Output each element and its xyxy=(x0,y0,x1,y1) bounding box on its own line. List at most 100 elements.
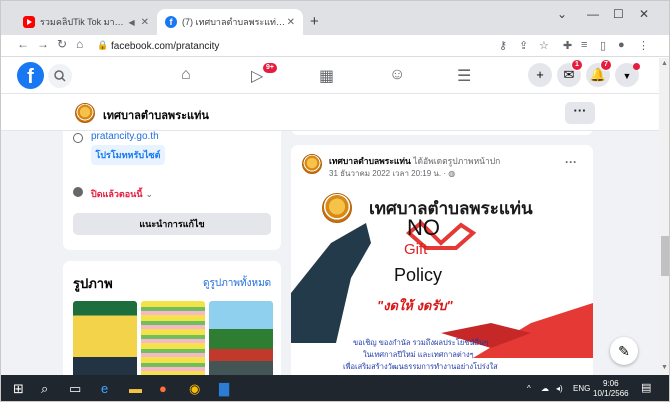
tab-facebook[interactable]: f (7) เทศบาลตำบลพระแท่น | Facebook ✕ xyxy=(157,9,303,35)
network-icon[interactable]: ☁ xyxy=(541,384,549,393)
post-date[interactable]: 31 ธันวาคม 2022 เวลา 20:19 น. · ◍ xyxy=(329,167,455,180)
cover-no: NO xyxy=(407,215,440,240)
photo-thumbnail[interactable] xyxy=(73,301,137,375)
scroll-up-icon[interactable]: ▲ xyxy=(661,60,668,67)
scrollbar-thumb[interactable] xyxy=(661,236,669,276)
page-title[interactable]: เทศบาลตำบลพระแท่น xyxy=(103,106,209,124)
hours-label: ปิดแล้วตอนนี้ xyxy=(91,189,143,199)
hours-status[interactable]: ปิดแล้วตอนนี้ ⌄ xyxy=(91,187,153,201)
share-icon[interactable]: ⇪ xyxy=(519,39,528,52)
account-dot xyxy=(633,63,640,70)
url-text: facebook.com/pratancity xyxy=(111,41,220,52)
notification-center-icon[interactable]: ▤ xyxy=(641,381,651,397)
post-options-button[interactable]: ··· xyxy=(565,155,577,169)
maximize-button[interactable]: ☐ xyxy=(613,7,624,21)
marketplace-nav-icon[interactable]: ▦ xyxy=(319,66,334,86)
firefox-icon[interactable]: ● xyxy=(159,381,167,397)
photo-thumbnail[interactable] xyxy=(209,301,273,375)
new-message-button[interactable]: ✎ xyxy=(610,337,638,365)
clock-icon xyxy=(73,187,83,197)
windows-taskbar: ⊞ ⌕ ▭ e ▬ ● ◉ ▇ ^ ☁ ◂) ENG 9:06 10/1/256… xyxy=(1,375,669,401)
extensions-icon[interactable]: ✚ xyxy=(563,39,572,52)
photo-thumbnail[interactable] xyxy=(141,301,205,375)
photos-heading: รูปภาพ xyxy=(73,276,113,291)
page-avatar[interactable] xyxy=(75,103,95,123)
cover-policy: Policy xyxy=(394,265,443,285)
youtube-icon xyxy=(23,16,35,28)
language-indicator[interactable]: ENG xyxy=(573,384,590,393)
create-button[interactable]: + xyxy=(528,63,552,87)
more-options-button[interactable]: ··· xyxy=(565,102,595,124)
lock-icon[interactable]: 🔒 xyxy=(97,40,108,51)
reading-list-icon[interactable]: ≡ xyxy=(581,39,587,51)
speaker-icon[interactable]: ◀ xyxy=(128,18,134,27)
side-panel-icon[interactable]: ▯ xyxy=(600,39,606,52)
see-all-photos-link[interactable]: ดูรูปภาพทั้งหมด xyxy=(203,276,271,291)
facebook-icon: f xyxy=(165,16,177,28)
post-header: เทศบาลตำบลพระแท่น ได้อัพเดตรูปภาพหน้าปก xyxy=(329,154,500,168)
address-bar[interactable]: 🔒 facebook.com/pratancity xyxy=(95,38,567,55)
profile-icon[interactable]: ● xyxy=(618,39,625,51)
video-badge: 9+ xyxy=(262,62,278,74)
page-name-bar: เทศบาลตำบลพระแท่น ··· xyxy=(1,94,669,131)
forward-icon[interactable]: → xyxy=(37,37,49,51)
word-icon[interactable]: ▇ xyxy=(219,381,229,397)
edge-icon[interactable]: e xyxy=(101,381,108,397)
system-clock[interactable]: 9:06 10/1/2566 xyxy=(593,379,629,399)
suggest-edit-button[interactable]: แนะนำการแก้ไข xyxy=(73,213,271,235)
volume-icon[interactable]: ◂) xyxy=(556,384,563,393)
windows-start-icon[interactable]: ⊞ xyxy=(13,381,24,397)
notifications-badge: 7 xyxy=(600,59,612,71)
search-icon[interactable]: ⌕ xyxy=(41,381,48,397)
cover-gift: Gift xyxy=(404,241,428,258)
cover-quote: "งดให้ งดรับ" xyxy=(377,298,453,313)
close-icon[interactable]: ✕ xyxy=(141,17,149,28)
photos-card: รูปภาพ ดูรูปภาพทั้งหมด xyxy=(63,261,281,375)
groups-nav-icon[interactable]: ☺ xyxy=(389,66,405,84)
tab-title: รวมคลิปTik Tok มาแรง | ฝึกใ... xyxy=(40,17,129,27)
post-author[interactable]: เทศบาลตำบลพระแท่น xyxy=(329,156,411,166)
cover-line-1: ขอเชิญ ของกำนัล รวมถึงผลประโยชน์อื่นๆ xyxy=(353,338,489,347)
reload-icon[interactable]: ↻ xyxy=(57,37,67,51)
search-button[interactable] xyxy=(48,64,72,88)
key-icon[interactable]: ⚷ xyxy=(499,39,507,52)
chrome-icon[interactable]: ◉ xyxy=(189,381,200,397)
minimize-button[interactable]: — xyxy=(587,7,599,21)
file-explorer-icon[interactable]: ▬ xyxy=(129,381,142,397)
cover-line-3: เพื่อเสริมสร้างวัฒนธรรมการทำงานอย่างโปร่… xyxy=(343,362,498,371)
back-icon[interactable]: ← xyxy=(17,37,29,51)
municipal-seal xyxy=(322,193,352,223)
post-avatar[interactable] xyxy=(302,154,322,174)
globe-icon: ◍ xyxy=(448,169,456,178)
cover-photo[interactable]: เทศบาลตำบลพระแท่น NO Gift Policy "งดให้ … xyxy=(291,183,593,375)
home-icon[interactable]: ⌂ xyxy=(76,37,83,51)
close-window-button[interactable]: ✕ xyxy=(639,7,649,21)
previous-post-stub xyxy=(291,131,593,135)
new-tab-button[interactable]: + xyxy=(310,13,319,30)
task-view-icon[interactable]: ▭ xyxy=(69,381,81,397)
home-nav-icon[interactable]: ⌂ xyxy=(181,66,191,84)
close-icon[interactable]: ✕ xyxy=(287,17,295,28)
browser-window: รวมคลิปTik Tok มาแรง | ฝึกใ... ◀ ✕ f (7)… xyxy=(0,0,670,402)
facebook-logo[interactable]: f xyxy=(17,62,44,89)
promote-website-button[interactable]: โปรโมทหรับไซต์ xyxy=(91,145,165,165)
tab-tiktok[interactable]: รวมคลิปTik Tok มาแรง | ฝึกใ... ◀ ✕ xyxy=(15,9,157,35)
chevron-down-icon: ▼ xyxy=(622,71,632,81)
scrollbar[interactable]: ▲ ▼ xyxy=(659,58,669,375)
chevron-up-icon[interactable]: ^ xyxy=(527,384,531,393)
star-icon[interactable]: ☆ xyxy=(539,39,549,52)
scroll-down-icon[interactable]: ▼ xyxy=(661,364,668,371)
website-link[interactable]: pratancity.go.th xyxy=(91,131,159,142)
intro-card: pratancity.go.th โปรโมทหรับไซต์ ปิดแล้วต… xyxy=(63,131,281,250)
menu-icon[interactable]: ⋮ xyxy=(638,39,649,52)
facebook-header: f ⌂ ▷ 9+ ▦ ☺ ☰ + ✉ 1 🔔 7 ▼ xyxy=(1,58,669,94)
post-action: ได้อัพเดตรูปภาพหน้าปก xyxy=(413,156,501,166)
tab-search-icon[interactable]: ⌄ xyxy=(557,7,567,21)
menu-nav-icon[interactable]: ☰ xyxy=(457,66,471,86)
search-icon xyxy=(54,70,66,82)
tab-strip: รวมคลิปTik Tok มาแรง | ฝึกใ... ◀ ✕ f (7)… xyxy=(1,1,669,35)
tab-title: (7) เทศบาลตำบลพระแท่น | Facebook xyxy=(182,17,287,27)
clock-date: 10/1/2566 xyxy=(593,389,629,398)
clock-time: 9:06 xyxy=(603,379,619,388)
cover-title: เทศบาลตำบลพระแท่น xyxy=(369,199,533,218)
